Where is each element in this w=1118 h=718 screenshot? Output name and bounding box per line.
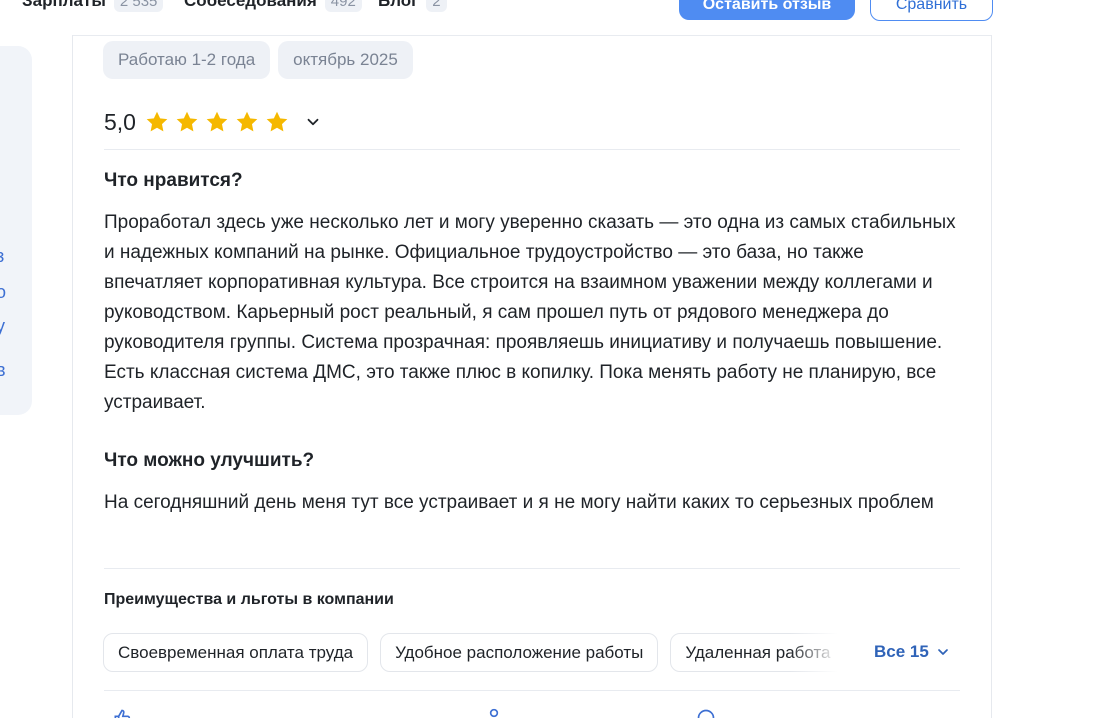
improve-text: На сегодняшний день меня тут все устраив… — [104, 492, 934, 513]
nav-tab-label: Зарплаты — [22, 0, 106, 10]
nav-tab-count: 2 — [426, 0, 447, 12]
sidebar-item-icon[interactable]: в — [0, 360, 6, 381]
rating-row: 5,0 — [104, 106, 322, 138]
benefit-chip[interactable]: Удобное расположение работы — [380, 633, 659, 672]
star-icon — [146, 111, 168, 132]
sidebar-item-icon[interactable]: з — [0, 246, 4, 267]
share-icon[interactable] — [694, 708, 718, 718]
divider — [104, 149, 960, 150]
star-icon — [206, 111, 228, 132]
leave-review-button[interactable]: Оставить отзыв — [679, 0, 855, 20]
likes-text: Проработал здесь уже несколько лет и мог… — [104, 212, 956, 413]
nav-tab-salaries[interactable]: Зарплаты 2 535 — [22, 0, 164, 16]
benefit-chip[interactable]: Своевременная оплата труда — [103, 633, 369, 672]
sidebar-item-icon[interactable]: у — [0, 316, 5, 337]
tenure-tag: Работаю 1-2 года — [103, 41, 271, 79]
review-tags: Работаю 1-2 года октябрь 2025 — [103, 41, 413, 79]
nav-tab-count: 492 — [324, 0, 362, 12]
chevron-down-icon — [937, 649, 948, 655]
nav-tab-blog[interactable]: Блог 2 — [378, 0, 447, 16]
star-icon — [266, 111, 288, 132]
star-icon — [236, 111, 258, 132]
all-benefits-button[interactable]: Все 15 — [874, 642, 951, 662]
nav-tab-label: Собеседования — [184, 0, 317, 10]
nav-tab-interviews[interactable]: Собеседования 492 — [184, 0, 362, 16]
star-icon — [176, 111, 198, 132]
benefits-title: Преимущества и льготы в компании — [104, 591, 394, 608]
benefits-fade — [790, 633, 850, 672]
divider — [104, 568, 960, 569]
rating-value: 5,0 — [104, 108, 136, 135]
thumbs-up-icon[interactable] — [112, 708, 132, 718]
sidebar-item-icon[interactable]: о — [0, 282, 6, 303]
divider — [104, 690, 960, 691]
likes-title: Что нравится? — [104, 170, 243, 191]
comment-icon[interactable] — [484, 708, 504, 718]
benefits-list: Своевременная оплата труда Удобное распо… — [103, 633, 843, 672]
chevron-down-icon[interactable] — [304, 113, 322, 131]
improve-title: Что можно улучшить? — [104, 450, 315, 471]
compare-button[interactable]: Сравнить — [870, 0, 993, 21]
nav-tab-count: 2 535 — [113, 0, 164, 12]
all-benefits-label: Все 15 — [874, 642, 929, 661]
nav-tab-label: Блог — [378, 0, 419, 10]
date-tag: октябрь 2025 — [278, 41, 413, 79]
